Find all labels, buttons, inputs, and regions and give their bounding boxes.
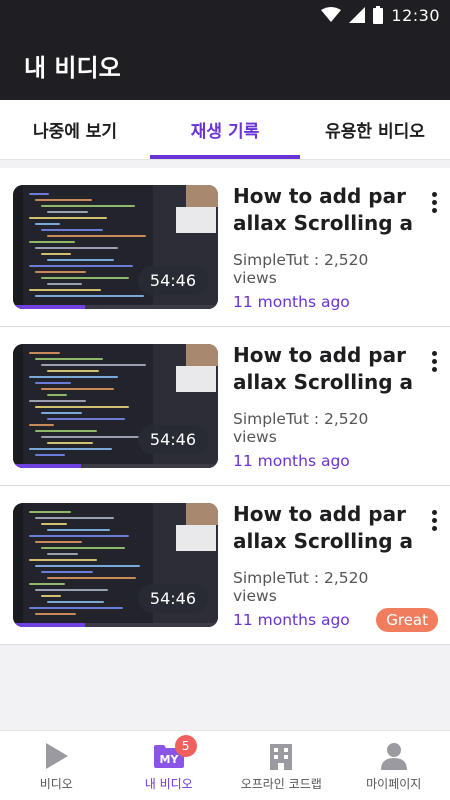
rating-badge: Great bbox=[376, 608, 438, 632]
battery-icon bbox=[373, 6, 384, 24]
more-options-icon[interactable] bbox=[428, 192, 440, 213]
video-meta: How to add parallax Scrolling and An.. S… bbox=[233, 342, 415, 470]
page-title: 내 비디오 bbox=[24, 53, 121, 82]
bottom-nav: 비디오 MY 5 내 비디오 오프라인 코드랩 마이페이지 bbox=[0, 730, 450, 800]
watch-progress-fill bbox=[13, 623, 85, 627]
webcam-preview bbox=[186, 503, 218, 525]
code-preview bbox=[13, 503, 153, 627]
duration-badge: 54:46 bbox=[137, 266, 208, 295]
tab-label: 나중에 보기 bbox=[32, 122, 118, 142]
video-title: How to add parallax Scrolling and An.. bbox=[233, 502, 414, 553]
video-channel: SimpleTut : 2,520 views bbox=[233, 569, 369, 605]
video-thumbnail[interactable]: 54:46 bbox=[13, 503, 218, 627]
tab-watch-later[interactable]: 나중에 보기 bbox=[0, 100, 150, 159]
video-title: How to add parallax Scrolling and An.. bbox=[233, 343, 414, 394]
video-item[interactable]: 54:46 How to add parallax Scrolling and … bbox=[0, 168, 450, 327]
video-list: 54:46 How to add parallax Scrolling and … bbox=[0, 168, 450, 645]
my-folder-icon: MY 5 bbox=[153, 735, 197, 771]
watch-progress-track bbox=[13, 623, 218, 627]
watch-progress-track bbox=[13, 305, 218, 309]
code-preview bbox=[13, 344, 153, 468]
video-channel: SimpleTut : 2,520 views bbox=[233, 410, 369, 446]
tab-bar: 나중에 보기 재생 기록 유용한 비디오 bbox=[0, 100, 450, 160]
tab-useful-videos[interactable]: 유용한 비디오 bbox=[300, 100, 450, 159]
webcam-preview bbox=[186, 185, 218, 207]
video-item[interactable]: 54:46 How to add parallax Scrolling and … bbox=[0, 327, 450, 486]
nav-label: 마이페이지 bbox=[366, 777, 422, 791]
status-bar: 12:30 bbox=[0, 0, 450, 30]
video-meta: How to add parallax Scrolling and An.. S… bbox=[233, 183, 415, 311]
webcam-preview bbox=[186, 344, 218, 366]
nav-label: 비디오 bbox=[39, 777, 73, 791]
video-title: How to add parallax Scrolling and An.. bbox=[233, 184, 414, 235]
nav-item-videos[interactable]: 비디오 bbox=[0, 731, 113, 800]
watch-progress-track bbox=[13, 464, 218, 468]
status-time: 12:30 bbox=[391, 5, 440, 25]
tab-label: 재생 기록 bbox=[190, 122, 260, 142]
building-icon bbox=[265, 741, 297, 771]
app-bar: 내 비디오 bbox=[0, 30, 450, 100]
tab-history[interactable]: 재생 기록 bbox=[150, 100, 300, 159]
video-item[interactable]: 54:46 How to add parallax Scrolling and … bbox=[0, 486, 450, 645]
duration-badge: 54:46 bbox=[137, 425, 208, 454]
video-thumbnail[interactable]: 54:46 bbox=[13, 185, 218, 309]
nav-item-offline-codelab[interactable]: 오프라인 코드랩 bbox=[225, 731, 338, 800]
code-preview bbox=[13, 185, 153, 309]
watch-progress-fill bbox=[13, 464, 81, 468]
notification-badge: 5 bbox=[174, 735, 197, 757]
signal-icon bbox=[349, 7, 366, 23]
wifi-icon bbox=[321, 7, 342, 22]
duration-badge: 54:46 bbox=[137, 584, 208, 613]
person-icon bbox=[378, 741, 410, 771]
my-icon-text: MY bbox=[159, 753, 179, 766]
nav-label: 내 비디오 bbox=[144, 777, 193, 791]
nav-item-my-videos[interactable]: MY 5 내 비디오 bbox=[113, 731, 226, 800]
nav-label: 오프라인 코드랩 bbox=[240, 777, 322, 791]
more-options-icon[interactable] bbox=[428, 510, 440, 531]
nav-item-my-page[interactable]: 마이페이지 bbox=[338, 731, 450, 800]
more-options-icon[interactable] bbox=[428, 351, 440, 372]
video-thumbnail[interactable]: 54:46 bbox=[13, 344, 218, 468]
video-date: 11 months ago bbox=[233, 452, 350, 470]
video-channel: SimpleTut : 2,520 views bbox=[233, 251, 369, 287]
tab-label: 유용한 비디오 bbox=[325, 122, 425, 142]
watch-progress-fill bbox=[13, 305, 85, 309]
play-icon bbox=[40, 741, 72, 771]
video-date: 11 months ago bbox=[233, 293, 350, 311]
